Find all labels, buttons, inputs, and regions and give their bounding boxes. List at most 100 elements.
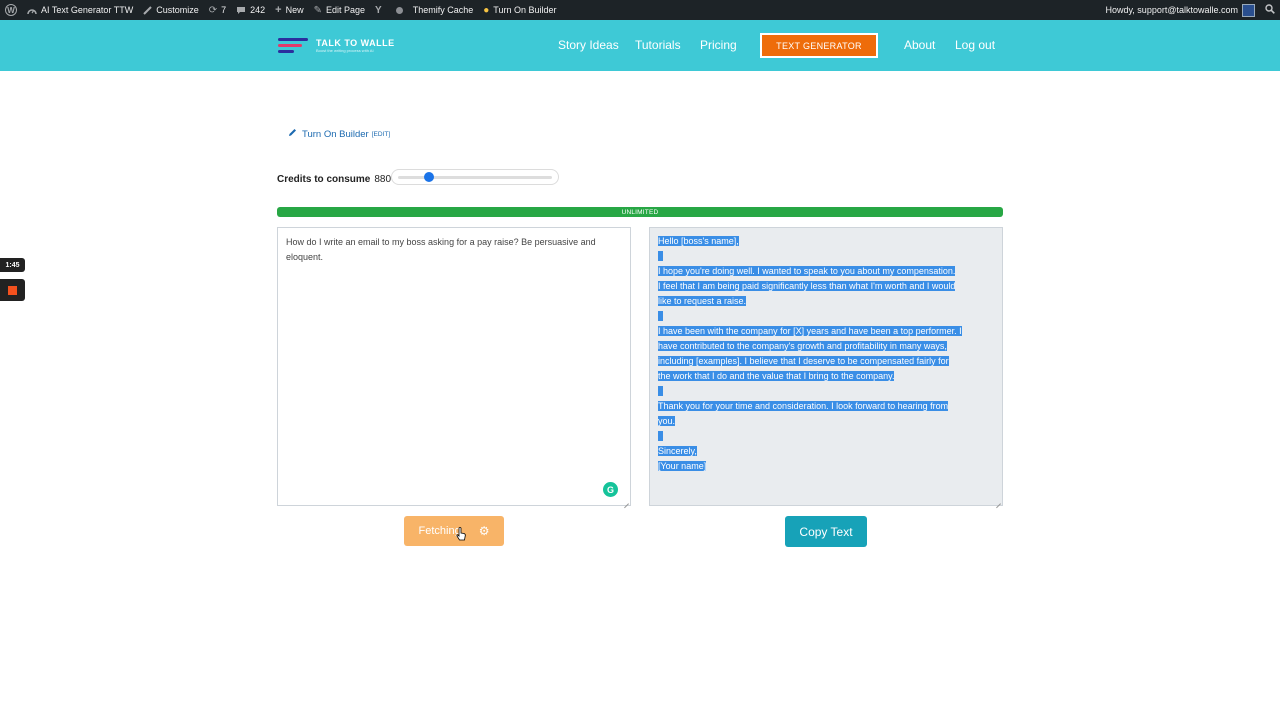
output-line: Thank you for your time and consideratio… <box>658 399 994 414</box>
nav-pricing[interactable]: Pricing <box>700 38 737 52</box>
selected-text <box>658 386 664 396</box>
output-line: have contributed to the company's growth… <box>658 339 994 354</box>
output-line <box>658 309 994 324</box>
search-toggle[interactable] <box>1260 0 1280 20</box>
comment-icon <box>236 6 246 15</box>
output-textarea[interactable]: Hello [boss's name], I hope you're doing… <box>649 227 1003 506</box>
selected-text: I hope you're doing well. I wanted to sp… <box>658 266 956 276</box>
selected-text: have contributed to the company's growth… <box>658 341 947 351</box>
fetching-label: Fetching <box>418 525 461 537</box>
copy-text-button[interactable]: Copy Text <box>785 516 867 547</box>
output-text: Hello [boss's name], I hope you're doing… <box>650 228 1002 480</box>
search-icon <box>1265 4 1275 16</box>
prompt-text: How do I write an email to my boss askin… <box>286 237 596 262</box>
wp-admin-bar: W AI Text Generator TTW Customize ⟳ 7 24… <box>0 0 1280 20</box>
themify-cache-link[interactable]: Themify Cache <box>408 0 479 20</box>
nav-log-out[interactable]: Log out <box>955 38 995 52</box>
progress-label: UNLIMITED <box>621 208 659 216</box>
pencil-icon: ✎ <box>313 4 322 16</box>
status-dot-icon <box>395 6 403 14</box>
output-line <box>658 429 994 444</box>
yoast-icon: Y <box>375 4 382 16</box>
selected-text <box>658 311 664 321</box>
gear-icon: ⚙ <box>478 524 490 538</box>
updates-icon: ⟳ <box>208 4 218 16</box>
selected-text: like to request a raise. <box>658 296 747 306</box>
dashboard-icon <box>27 6 37 15</box>
output-line: I feel that I am being paid significantl… <box>658 279 994 294</box>
output-line: you. <box>658 414 994 429</box>
turn-on-builder-bar-link[interactable]: ● Turn On Builder <box>478 0 561 20</box>
recording-timer: 1:45 <box>0 258 25 272</box>
builder-bulb-icon: ● <box>483 4 490 16</box>
site-name-menu[interactable]: AI Text Generator TTW <box>22 0 138 20</box>
updates-link[interactable]: ⟳ 7 <box>204 0 231 20</box>
logo-tagline: Boost the writing process with AI <box>316 47 374 53</box>
credits-value: 880 <box>374 174 392 185</box>
selected-text: I have been with the company for [X] yea… <box>658 326 962 336</box>
timer-text: 1:45 <box>5 261 20 269</box>
credits-slider[interactable] <box>391 169 559 185</box>
wp-logo-menu[interactable]: W <box>0 0 22 20</box>
status-dot-menu[interactable] <box>391 0 408 20</box>
edit-page-label: Edit Page <box>326 5 366 15</box>
output-line: like to request a raise. <box>658 294 994 309</box>
stop-icon <box>8 285 17 295</box>
builder-bar-label: Turn On Builder <box>493 5 557 15</box>
slider-thumb[interactable] <box>424 172 435 182</box>
comments-count: 242 <box>250 5 266 15</box>
prompt-textarea[interactable]: How do I write an email to my boss askin… <box>277 227 631 506</box>
copy-text-label: Copy Text <box>799 524 853 539</box>
my-account-menu[interactable]: Howdy, support@talktowalle.com <box>1100 0 1260 20</box>
selected-text: Thank you for your time and consideratio… <box>658 401 949 411</box>
selected-text: including [examples]. I believe that I d… <box>658 356 949 366</box>
stop-recording-button[interactable] <box>0 279 25 301</box>
hand-cursor-icon <box>456 527 466 541</box>
builder-edit-label: [EDIT] <box>371 130 391 138</box>
selected-text: Sincerely, <box>658 446 697 456</box>
selected-text: the work that I do and the value that I … <box>658 371 895 381</box>
new-content-menu[interactable]: + New <box>270 0 308 20</box>
output-line <box>658 384 994 399</box>
output-line: I have been with the company for [X] yea… <box>658 324 994 339</box>
progress-fill: UNLIMITED <box>277 207 1003 217</box>
brush-icon <box>143 5 152 15</box>
nav-tutorials[interactable]: Tutorials <box>635 38 681 52</box>
output-line: [Your name] <box>658 459 994 474</box>
logo-mark-icon <box>278 37 310 55</box>
selected-text: Hello [boss's name], <box>658 236 739 246</box>
selected-text <box>658 251 664 261</box>
pencil-icon <box>288 128 297 140</box>
yoast-menu[interactable]: Y <box>370 0 391 20</box>
site-name: AI Text Generator TTW <box>41 5 134 15</box>
avatar <box>1242 3 1255 17</box>
nav-story-ideas[interactable]: Story Ideas <box>558 38 619 52</box>
nav-about[interactable]: About <box>904 38 935 52</box>
resize-handle-icon[interactable] <box>995 498 1001 504</box>
selected-text: you. <box>658 416 676 426</box>
slider-track <box>398 176 552 179</box>
selected-text: I feel that I am being paid significantl… <box>658 281 956 291</box>
updates-count: 7 <box>221 5 227 15</box>
resize-handle-icon[interactable] <box>623 498 629 504</box>
output-line: Hello [boss's name], <box>658 234 994 249</box>
output-line: I hope you're doing well. I wanted to sp… <box>658 264 994 279</box>
selected-text: [Your name] <box>658 461 707 471</box>
credits-row: Credits to consume 880 <box>277 174 391 185</box>
logo-text: TALK TO WALLE <box>316 37 395 48</box>
site-logo[interactable]: TALK TO WALLE Boost the writing process … <box>278 37 395 55</box>
fetching-button[interactable]: Fetching ⚙ <box>404 516 504 546</box>
customize-label: Customize <box>156 5 199 15</box>
customize-link[interactable]: Customize <box>138 0 204 20</box>
output-line: the work that I do and the value that I … <box>658 369 994 384</box>
edit-page-link[interactable]: ✎ Edit Page <box>309 0 370 20</box>
selected-text <box>658 431 664 441</box>
usage-progress-bar: UNLIMITED <box>277 207 1003 217</box>
grammarly-icon[interactable]: G <box>603 482 618 497</box>
nav-text-generator-button[interactable]: TEXT GENERATOR <box>760 33 878 58</box>
comments-link[interactable]: 242 <box>231 0 270 20</box>
new-label: New <box>285 5 304 15</box>
turn-on-builder-link[interactable]: Turn On Builder [EDIT] <box>288 128 390 140</box>
output-line <box>658 249 994 264</box>
output-line: including [examples]. I believe that I d… <box>658 354 994 369</box>
